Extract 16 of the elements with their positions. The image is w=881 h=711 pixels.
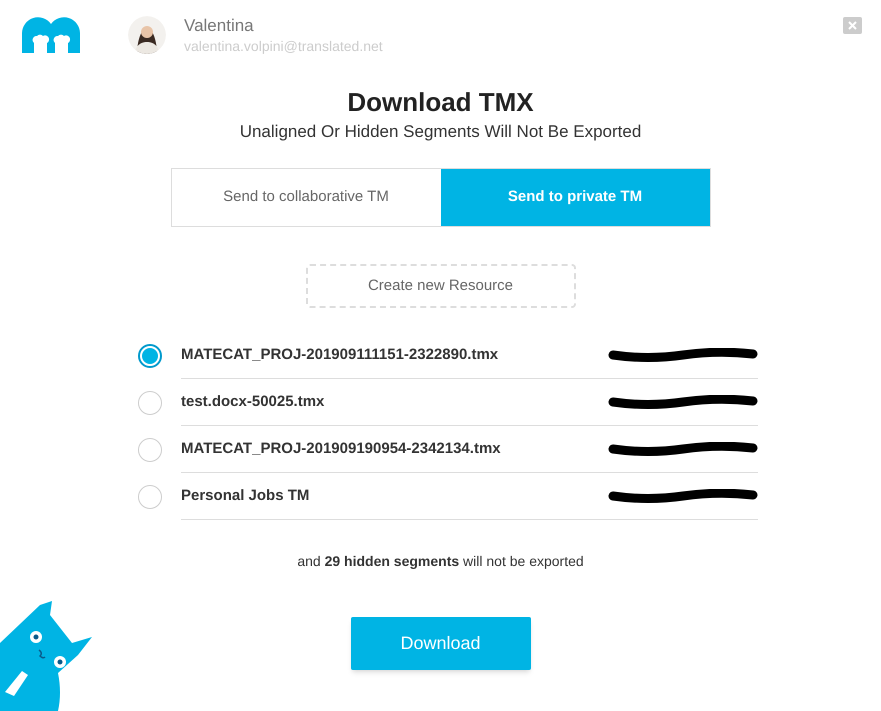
resource-name: Personal Jobs TM bbox=[181, 486, 310, 506]
resource-name: MATECAT_PROJ-201909190954-2342134.tmx bbox=[181, 438, 501, 459]
dialog-title: Download TMX bbox=[347, 86, 534, 119]
user-name: Valentina bbox=[184, 15, 255, 37]
radio-button[interactable] bbox=[138, 484, 162, 508]
logo-icon bbox=[22, 17, 80, 53]
resource-name: test.docx-50025.tmx bbox=[181, 392, 324, 412]
export-note: and 29 hidden segments will not be exported bbox=[297, 552, 584, 571]
radio-button[interactable] bbox=[138, 390, 162, 414]
radio-button[interactable] bbox=[138, 438, 162, 462]
create-resource-button[interactable]: Create new Resource bbox=[306, 264, 576, 308]
close-button[interactable] bbox=[843, 17, 862, 34]
close-icon bbox=[848, 21, 857, 30]
resource-name: MATECAT_PROJ-201909111151-2322890.tmx bbox=[181, 344, 498, 365]
dialog-subtitle: Unaligned Or Hidden Segments Will Not Be Exported bbox=[240, 121, 642, 143]
radio-button[interactable] bbox=[138, 344, 162, 368]
